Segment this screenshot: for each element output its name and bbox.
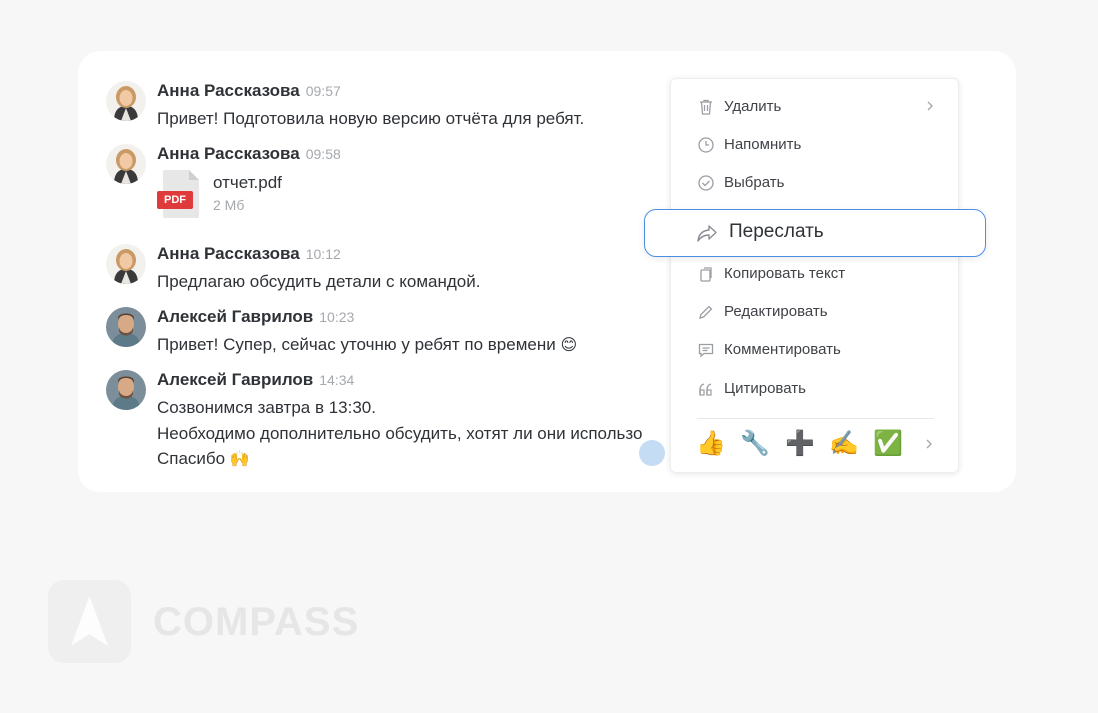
menu-item-comment[interactable]: Комментировать (671, 333, 960, 367)
avatar[interactable] (106, 244, 146, 284)
message-text: Привет! Супер, сейчас уточню у ребят по … (157, 332, 577, 359)
avatar[interactable] (106, 81, 146, 121)
forward-arrow-icon (697, 225, 717, 242)
menu-item-delete[interactable]: Удалить (671, 90, 960, 124)
menu-item-copy-text[interactable]: Копировать текст (671, 257, 960, 291)
smile-emoji: 😊 (560, 337, 578, 354)
clock-icon (698, 137, 714, 153)
reaction-wrench[interactable]: 🔧 (740, 431, 770, 457)
copy-icon (700, 267, 712, 282)
menu-divider (697, 418, 934, 419)
message-text: Предлагаю обсудить детали с командой. (157, 272, 481, 291)
menu-item-label: Удалить (724, 98, 782, 115)
message-line: Созвонимся завтра в 13:30. (157, 398, 376, 417)
comment-icon (698, 343, 714, 358)
message-header: Алексей Гаврилов 14:34 (157, 370, 354, 390)
brand-name: COMPASS (153, 600, 360, 644)
compass-logo (48, 580, 131, 663)
avatar[interactable] (106, 370, 146, 410)
pdf-badge: PDF (157, 191, 193, 209)
message-line: Необходимо дополнительно обсудить, хотят… (157, 423, 643, 443)
author-name[interactable]: Анна Рассказова (157, 81, 300, 100)
reaction-writing-hand[interactable]: ✍️ (829, 431, 859, 457)
message-time: 14:34 (319, 372, 355, 388)
message-text-content: Привет! Супер, сейчас уточню у ребят по … (157, 335, 556, 354)
chevron-right-icon[interactable] (925, 437, 933, 451)
menu-item-remind[interactable]: Напомнить (671, 128, 960, 162)
message-header: Анна Рассказова 09:57 (157, 81, 341, 101)
message-time: 10:23 (319, 309, 355, 325)
message-time: 09:57 (305, 83, 341, 99)
reaction-plus[interactable]: ➕ (785, 431, 815, 457)
chevron-right-icon (927, 101, 933, 111)
message-header: Анна Рассказова 10:12 (157, 244, 341, 264)
message-line-text: Спасибо (157, 449, 226, 468)
raised-hands-emoji: 🙌 (229, 451, 250, 468)
author-name[interactable]: Алексей Гаврилов (157, 307, 313, 326)
message-line: Спасибо 🙌 (157, 446, 642, 473)
message-time: 09:58 (305, 146, 341, 162)
avatar[interactable] (106, 144, 146, 184)
reaction-thumbs-up[interactable]: 👍 (696, 431, 726, 457)
menu-item-label: Цитировать (724, 380, 806, 397)
file-name[interactable]: отчет.pdf (213, 173, 282, 193)
menu-item-label: Комментировать (724, 341, 841, 358)
compass-arrow-icon (71, 596, 108, 646)
menu-item-label: Напомнить (724, 136, 802, 153)
message-context-menu: Удалить Напомнить Выбрать Копировать тек… (670, 78, 959, 473)
reaction-check-mark[interactable]: ✅ (873, 431, 903, 457)
message-header: Анна Рассказова 09:58 (157, 144, 341, 164)
message-text: Привет! Подготовила новую версию отчёта … (157, 109, 585, 128)
file-attachment[interactable]: PDF отчет.pdf 2 Мб (157, 170, 457, 220)
trash-icon (700, 99, 712, 115)
menu-item-label: Редактировать (724, 303, 828, 320)
author-name[interactable]: Алексей Гаврилов (157, 370, 313, 389)
avatar[interactable] (106, 307, 146, 347)
menu-item-edit[interactable]: Редактировать (671, 295, 960, 329)
message-text: Созвонимся завтра в 13:30. Необходимо до… (157, 395, 642, 473)
reaction-bar: 👍 🔧 ➕ ✍️ ✅ (695, 427, 935, 461)
message-header: Алексей Гаврилов 10:23 (157, 307, 354, 327)
author-name[interactable]: Анна Рассказова (157, 244, 300, 263)
file-size: 2 Мб (213, 197, 245, 213)
menu-item-forward[interactable]: Переслать (644, 209, 986, 257)
menu-item-select[interactable]: Выбрать (671, 166, 960, 200)
author-name[interactable]: Анна Рассказова (157, 144, 300, 163)
quote-icon (699, 383, 712, 396)
pencil-icon (699, 305, 713, 319)
menu-item-label: Выбрать (724, 174, 785, 191)
menu-item-label: Переслать (729, 221, 824, 242)
cursor-indicator (639, 440, 665, 466)
menu-item-label: Копировать текст (724, 265, 846, 282)
message-time: 10:12 (305, 246, 341, 262)
menu-item-quote[interactable]: Цитировать (671, 372, 960, 406)
check-circle-icon (698, 175, 714, 191)
